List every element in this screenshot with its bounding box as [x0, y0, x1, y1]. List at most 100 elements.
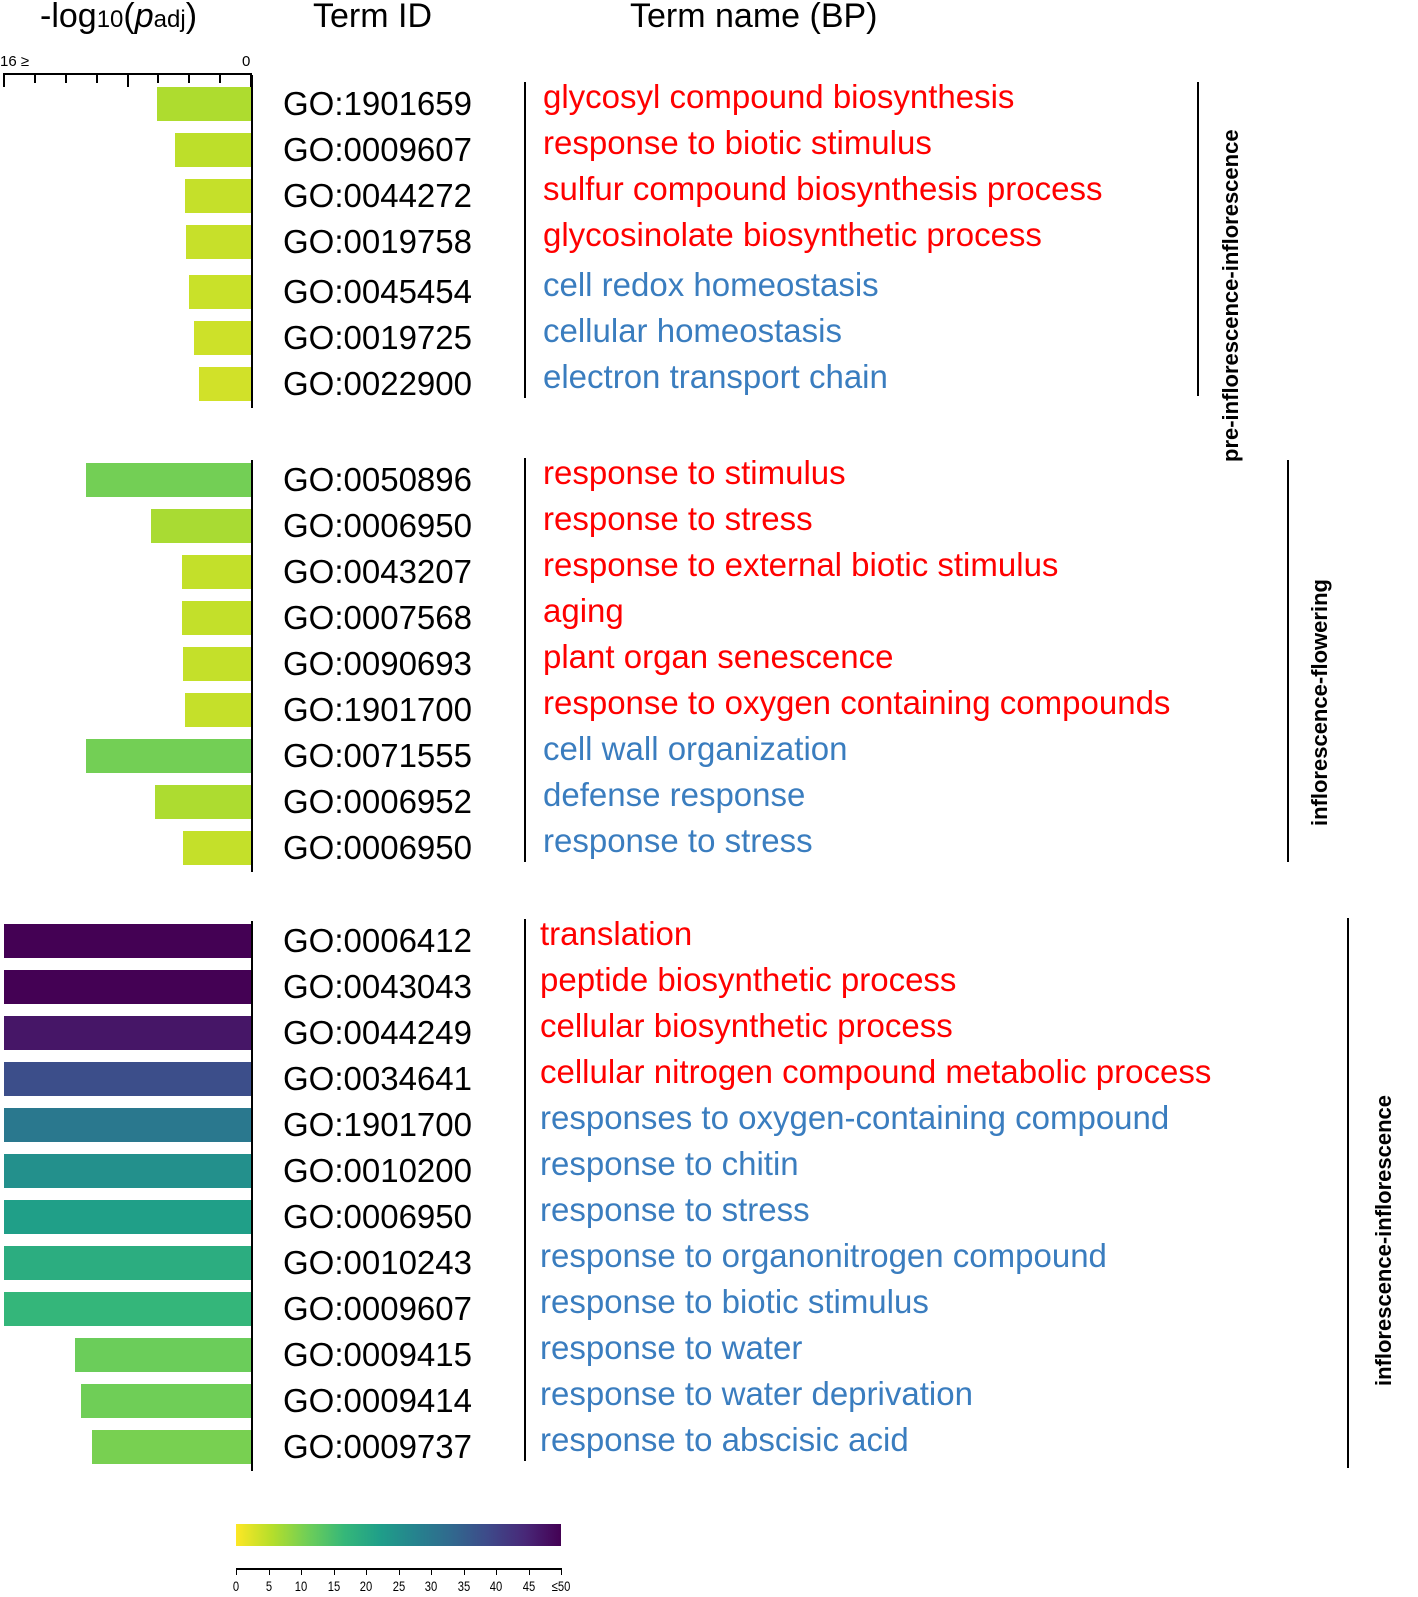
- term-name: cellular nitrogen compound metabolic pro…: [540, 1053, 1212, 1090]
- term-id: GO:0019725: [283, 319, 472, 356]
- term-name: cell redox homeostasis: [543, 266, 879, 303]
- term-name: plant organ senescence: [543, 638, 894, 675]
- group-label: inflorescence-inflorescence: [1371, 1094, 1396, 1386]
- term-id: GO:0034641: [283, 1060, 472, 1097]
- term-id: GO:0009414: [283, 1382, 472, 1419]
- bar-axis-tick: [95, 73, 98, 83]
- bar: [4, 1292, 251, 1326]
- term-id: GO:0006950: [283, 1198, 472, 1235]
- term-name: glycosyl compound biosynthesis: [543, 78, 1015, 115]
- term-id: GO:0010200: [283, 1152, 472, 1189]
- bar: [85, 463, 251, 497]
- colorbar-tick: [268, 1568, 270, 1575]
- bar: [4, 970, 251, 1004]
- header-log-padj: -log10(padj): [40, 0, 197, 42]
- bar: [175, 133, 251, 167]
- bar: [155, 785, 251, 819]
- term-id: GO:0006412: [283, 922, 472, 959]
- term-id: GO:0071555: [283, 737, 472, 774]
- term-id: GO:1901700: [283, 691, 472, 728]
- colorbar-tick-label: 45: [522, 1578, 535, 1594]
- bar: [183, 647, 251, 681]
- term-id: GO:0044272: [283, 177, 472, 214]
- header-log-base: 10: [96, 6, 124, 33]
- colorbar-tick: [561, 1568, 562, 1575]
- bar: [4, 924, 251, 958]
- bar-axis-tick: [157, 73, 160, 83]
- bar-baseline: [251, 921, 253, 1471]
- bar: [4, 1062, 251, 1096]
- colorbar-tick: [463, 1568, 465, 1575]
- header-term-name: Term name (BP): [630, 0, 878, 35]
- term-id: GO:0007568: [283, 599, 472, 636]
- colorbar-tick-label: 15: [327, 1578, 340, 1594]
- group-bracket-line: [1347, 918, 1349, 1468]
- bar: [4, 1154, 251, 1188]
- id-name-separator: [524, 458, 526, 862]
- bar: [181, 555, 251, 589]
- bar-axis-right-label: 0: [242, 53, 251, 70]
- term-name: cellular homeostasis: [543, 312, 842, 349]
- bar: [91, 1430, 251, 1464]
- id-name-separator: [524, 82, 526, 398]
- bar: [81, 1384, 251, 1418]
- term-id: GO:0022900: [283, 365, 472, 402]
- bar: [189, 275, 251, 309]
- bar: [183, 831, 251, 865]
- group-bracket-line: [1197, 82, 1199, 396]
- bar: [193, 321, 251, 355]
- id-name-separator: [524, 919, 526, 1461]
- bar: [184, 179, 251, 213]
- term-name: response to stress: [543, 822, 813, 859]
- term-id: GO:0009607: [283, 131, 472, 168]
- header-log-text: -log: [40, 0, 97, 35]
- colorbar-tick-label: 0: [232, 1578, 240, 1594]
- bar: [4, 1246, 251, 1280]
- term-id: GO:0044249: [283, 1014, 472, 1051]
- term-id: GO:1901700: [283, 1106, 472, 1143]
- bar-axis-tick: [126, 73, 129, 87]
- colorbar-tick: [301, 1568, 302, 1575]
- term-name: response to biotic stimulus: [540, 1283, 929, 1320]
- term-name: cellular biosynthetic process: [540, 1007, 953, 1044]
- colorbar-tick: [496, 1568, 497, 1575]
- bar: [156, 87, 251, 121]
- term-name: electron transport chain: [543, 358, 888, 395]
- term-id: GO:0006950: [283, 829, 472, 866]
- bar: [75, 1338, 251, 1372]
- header-paren-open: (: [123, 0, 135, 35]
- term-name: responses to oxygen-containing compound: [540, 1099, 1170, 1136]
- term-name: response to biotic stimulus: [543, 124, 932, 161]
- colorbar-tick-label: 40: [489, 1578, 503, 1594]
- colorbar-tick-label: 5: [265, 1578, 272, 1594]
- term-name: sulfur compound biosynthesis process: [543, 170, 1103, 207]
- header-adj: adj: [153, 6, 186, 33]
- colorbar-tick-label: 30: [424, 1578, 438, 1594]
- bar: [4, 1108, 251, 1142]
- term-name: response to stimulus: [543, 454, 846, 491]
- term-id: GO:0045454: [283, 273, 472, 310]
- term-name: glycosinolate biosynthetic process: [543, 216, 1042, 253]
- term-id: GO:0050896: [283, 461, 472, 498]
- term-id: GO:0019758: [283, 223, 472, 260]
- term-id: GO:1901659: [283, 85, 472, 122]
- bar-axis-tick: [219, 73, 222, 83]
- colorbar-tick-label: ≤50: [551, 1578, 571, 1594]
- header-paren-close: ): [185, 0, 198, 35]
- bar: [181, 601, 251, 635]
- term-name: defense response: [543, 776, 806, 813]
- term-id: GO:0009737: [283, 1428, 472, 1465]
- bar: [198, 367, 251, 401]
- bar-axis-tick: [64, 73, 67, 83]
- term-name: cell wall organization: [543, 730, 848, 767]
- bar-axis-tick: [33, 73, 36, 83]
- header-term-id: Term ID: [313, 0, 432, 35]
- term-name: response to chitin: [540, 1145, 799, 1182]
- colorbar-tick: [528, 1568, 530, 1575]
- term-id: GO:0009607: [283, 1290, 472, 1327]
- bar-baseline: [251, 460, 253, 872]
- term-id: GO:0010243: [283, 1244, 472, 1281]
- bar-baseline: [251, 75, 253, 408]
- term-name: response to external biotic stimulus: [543, 546, 1059, 583]
- term-name: response to abscisic acid: [540, 1421, 909, 1458]
